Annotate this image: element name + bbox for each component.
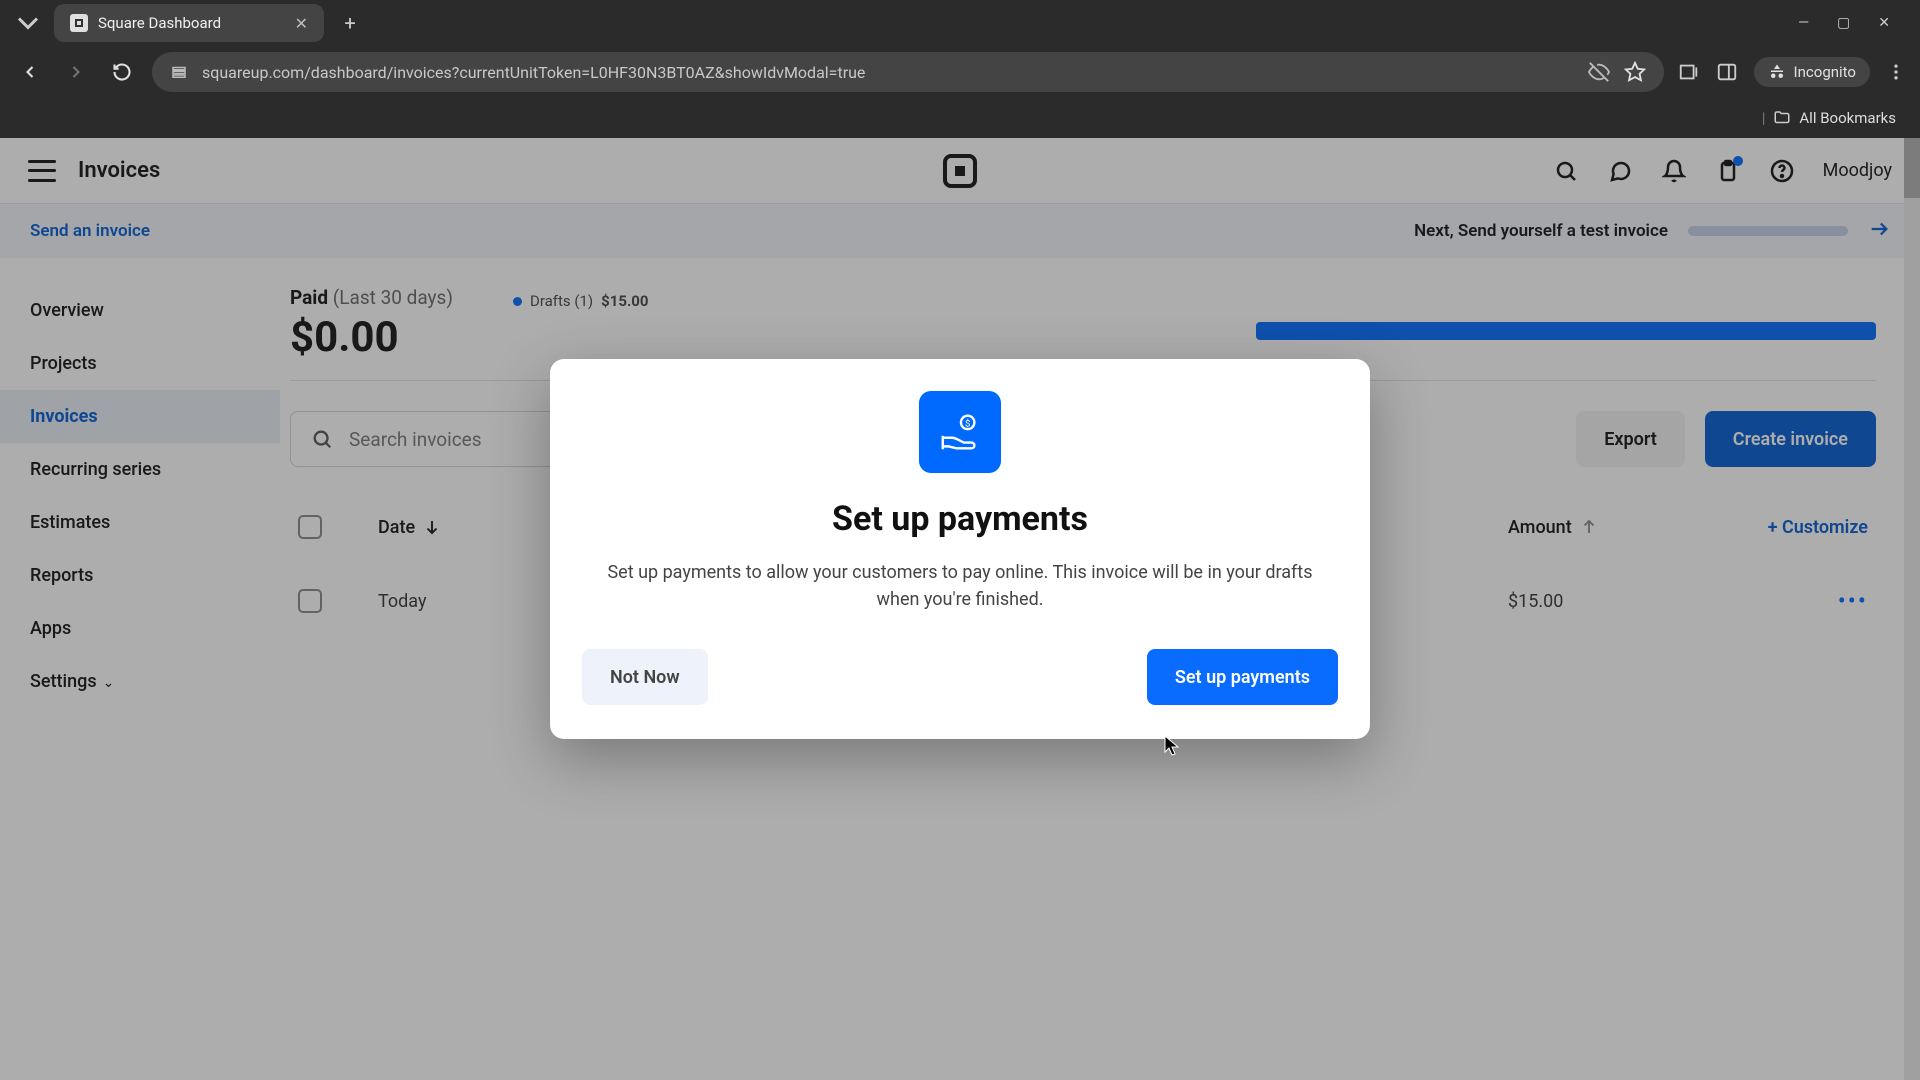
- back-button[interactable]: [14, 56, 46, 88]
- payments-hand-icon: $: [919, 391, 1001, 473]
- tab-close-icon[interactable]: ✕: [295, 14, 308, 33]
- tab-title: Square Dashboard: [98, 14, 285, 32]
- browser-toolbar: squareup.com/dashboard/invoices?currentU…: [0, 46, 1920, 98]
- close-window-button[interactable]: ✕: [1878, 15, 1890, 31]
- bookmark-star-icon[interactable]: [1624, 61, 1646, 83]
- setup-payments-modal: $ Set up payments Set up payments to all…: [550, 359, 1370, 739]
- minimize-button[interactable]: —: [1798, 15, 1809, 31]
- media-icon[interactable]: [1678, 61, 1700, 83]
- svg-text:$: $: [965, 418, 970, 429]
- tabs-dropdown-button[interactable]: [10, 5, 46, 41]
- address-bar[interactable]: squareup.com/dashboard/invoices?currentU…: [152, 52, 1664, 92]
- bookmarks-bar: | All Bookmarks: [0, 98, 1920, 138]
- folder-icon: [1773, 109, 1791, 127]
- tab-strip: Square Dashboard ✕ + — ▢ ✕: [0, 0, 1920, 46]
- window-controls: — ▢ ✕: [1798, 15, 1910, 31]
- modal-backdrop: $ Set up payments Set up payments to all…: [0, 138, 1920, 1080]
- reload-button[interactable]: [106, 56, 138, 88]
- incognito-label: Incognito: [1794, 63, 1856, 81]
- setup-payments-button[interactable]: Set up payments: [1147, 649, 1338, 705]
- all-bookmarks-link[interactable]: All Bookmarks: [1799, 109, 1896, 127]
- incognito-indicator[interactable]: Incognito: [1754, 57, 1870, 87]
- eye-off-icon[interactable]: [1588, 61, 1610, 83]
- browser-tab[interactable]: Square Dashboard ✕: [54, 4, 324, 42]
- new-tab-button[interactable]: +: [332, 5, 368, 41]
- forward-button[interactable]: [60, 56, 92, 88]
- modal-body-text: Set up payments to allow your customers …: [582, 559, 1338, 613]
- browser-menu-icon[interactable]: [1886, 62, 1906, 82]
- maximize-button[interactable]: ▢: [1837, 15, 1850, 31]
- url-text: squareup.com/dashboard/invoices?currentU…: [202, 63, 1574, 82]
- mouse-cursor-icon: [1164, 735, 1180, 757]
- incognito-icon: [1768, 63, 1786, 81]
- square-favicon-icon: [70, 14, 88, 32]
- modal-title: Set up payments: [582, 499, 1338, 539]
- side-panel-icon[interactable]: [1716, 61, 1738, 83]
- not-now-button[interactable]: Not Now: [582, 649, 708, 705]
- site-settings-icon[interactable]: [170, 63, 188, 81]
